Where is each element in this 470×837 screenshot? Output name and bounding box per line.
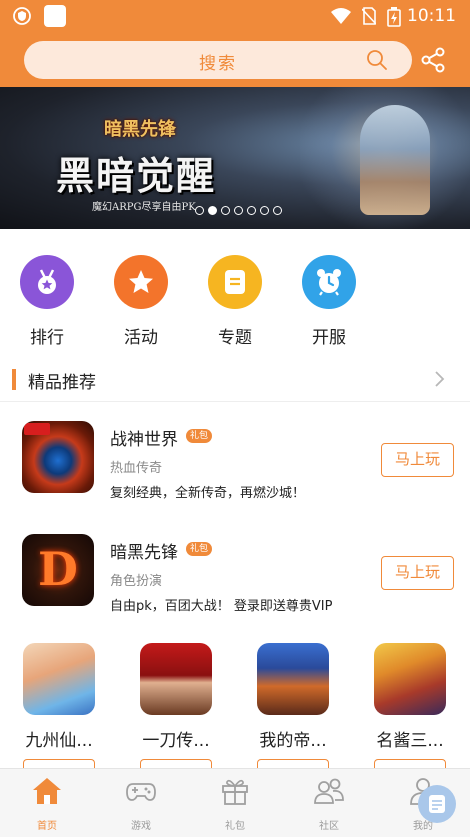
wifi-icon bbox=[331, 8, 351, 24]
banner-subtitle: 魔幻ARPG尽享自由PK bbox=[92, 202, 196, 213]
notification-square-icon bbox=[44, 5, 66, 27]
game-description: 自由pk，百团大战！ 登录即送尊贵VIP bbox=[110, 599, 333, 614]
game-name: 战神世界 bbox=[110, 430, 178, 450]
shield-icon bbox=[13, 7, 31, 25]
activities-circle bbox=[114, 255, 168, 309]
grid-game-item[interactable]: 九州仙... bbox=[14, 643, 104, 773]
chevron-right-icon[interactable] bbox=[432, 370, 446, 388]
banner-hero-art bbox=[360, 105, 430, 215]
tab-community[interactable]: 社区 bbox=[282, 769, 376, 837]
quick-link-label: 开服 bbox=[312, 328, 346, 348]
gift-badge: 礼包 bbox=[186, 542, 213, 556]
tab-label: 我的 bbox=[413, 821, 433, 832]
gift-badge: 礼包 bbox=[186, 429, 213, 443]
battery-charging-icon bbox=[387, 7, 401, 27]
community-icon bbox=[314, 778, 344, 804]
status-bar: 10:11 bbox=[0, 0, 470, 33]
tab-label: 礼包 bbox=[225, 821, 245, 832]
game-icon: D bbox=[22, 534, 94, 606]
grid-game-item[interactable]: 名酱三... bbox=[365, 643, 455, 773]
header: 搜索 bbox=[0, 33, 470, 87]
game-icon bbox=[23, 643, 95, 715]
game-icon-tag bbox=[24, 423, 50, 435]
game-name: 暗黑先锋 bbox=[110, 543, 178, 563]
grid-game-name: 名酱三... bbox=[376, 731, 444, 751]
star-icon bbox=[129, 270, 153, 293]
quick-link-topics[interactable]: 专题 bbox=[200, 255, 270, 348]
carousel-dot[interactable] bbox=[247, 206, 256, 215]
banner-title: 黑暗觉醒 bbox=[56, 153, 217, 198]
section-header-featured[interactable]: 精品推荐 bbox=[0, 364, 470, 402]
floating-feedback-button[interactable] bbox=[418, 785, 456, 823]
game-list-item[interactable]: 战神世界 礼包 热血传奇 复刻经典，全新传奇，再燃沙城！ 马上玩 bbox=[0, 421, 470, 521]
play-now-button[interactable]: 马上玩 bbox=[381, 556, 454, 590]
tab-label: 游戏 bbox=[131, 821, 151, 832]
server-open-circle bbox=[302, 255, 356, 309]
quick-link-activities[interactable]: 活动 bbox=[106, 255, 176, 348]
quick-link-server-open[interactable]: 开服 bbox=[294, 255, 364, 348]
section-accent-bar bbox=[12, 369, 16, 390]
game-icon bbox=[22, 421, 94, 493]
tab-games[interactable]: 游戏 bbox=[94, 769, 188, 837]
quick-links: 排行 活动 专题 开服 bbox=[0, 240, 470, 350]
alarm-clock-icon bbox=[317, 269, 341, 296]
quick-link-label: 排行 bbox=[30, 328, 64, 348]
no-sim-icon bbox=[362, 7, 376, 25]
search-input[interactable]: 搜索 bbox=[24, 41, 412, 79]
section-title: 精品推荐 bbox=[28, 373, 96, 393]
carousel-indicator bbox=[195, 206, 282, 216]
search-icon[interactable] bbox=[366, 49, 388, 71]
game-genre: 角色扮演 bbox=[110, 574, 163, 589]
game-genre: 热血传奇 bbox=[110, 461, 163, 476]
grid-game-name: 九州仙... bbox=[25, 731, 93, 751]
game-description: 复刻经典，全新传奇，再燃沙城！ bbox=[110, 486, 306, 501]
medal-icon bbox=[38, 269, 56, 294]
quick-link-label: 活动 bbox=[124, 328, 158, 348]
game-list-item[interactable]: D 暗黑先锋 礼包 角色扮演 自由pk，百团大战！ 登录即送尊贵VIP 马上玩 bbox=[0, 534, 470, 634]
tab-home[interactable]: 首页 bbox=[0, 769, 94, 837]
carousel-dot[interactable] bbox=[234, 206, 243, 215]
share-icon[interactable] bbox=[419, 46, 447, 74]
grid-game-name: 我的帝... bbox=[259, 731, 327, 751]
topics-circle bbox=[208, 255, 262, 309]
grid-game-name: 一刀传... bbox=[142, 731, 210, 751]
gift-icon bbox=[222, 779, 248, 805]
play-now-button[interactable]: 马上玩 bbox=[381, 443, 454, 477]
carousel-dot[interactable] bbox=[208, 206, 217, 215]
quick-link-ranking[interactable]: 排行 bbox=[12, 255, 82, 348]
bottom-tab-bar: 首页 游戏 礼包 社区 我的 bbox=[0, 768, 470, 837]
grid-game-item[interactable]: 我的帝... bbox=[248, 643, 338, 773]
carousel-dot[interactable] bbox=[273, 206, 282, 215]
carousel-dot[interactable] bbox=[221, 206, 230, 215]
search-placeholder: 搜索 bbox=[199, 54, 237, 74]
document-icon bbox=[225, 270, 245, 294]
banner-game-logo: 暗黑先锋 bbox=[104, 119, 176, 140]
ranking-circle bbox=[20, 255, 74, 309]
notes-icon bbox=[429, 795, 445, 813]
game-icon bbox=[374, 643, 446, 715]
game-grid: 九州仙... 一刀传... 我的帝... 名酱三... bbox=[0, 643, 470, 773]
quick-link-label: 专题 bbox=[218, 328, 252, 348]
clock-time: 10:11 bbox=[407, 6, 456, 26]
game-icon bbox=[140, 643, 212, 715]
carousel-dot[interactable] bbox=[195, 206, 204, 215]
gamepad-icon bbox=[126, 783, 156, 801]
home-icon bbox=[33, 778, 61, 804]
tab-gifts[interactable]: 礼包 bbox=[188, 769, 282, 837]
game-icon-letter: D bbox=[38, 542, 78, 596]
carousel-dot[interactable] bbox=[260, 206, 269, 215]
tab-label: 首页 bbox=[37, 821, 57, 832]
tab-label: 社区 bbox=[319, 821, 339, 832]
grid-game-item[interactable]: 一刀传... bbox=[131, 643, 221, 773]
game-icon bbox=[257, 643, 329, 715]
